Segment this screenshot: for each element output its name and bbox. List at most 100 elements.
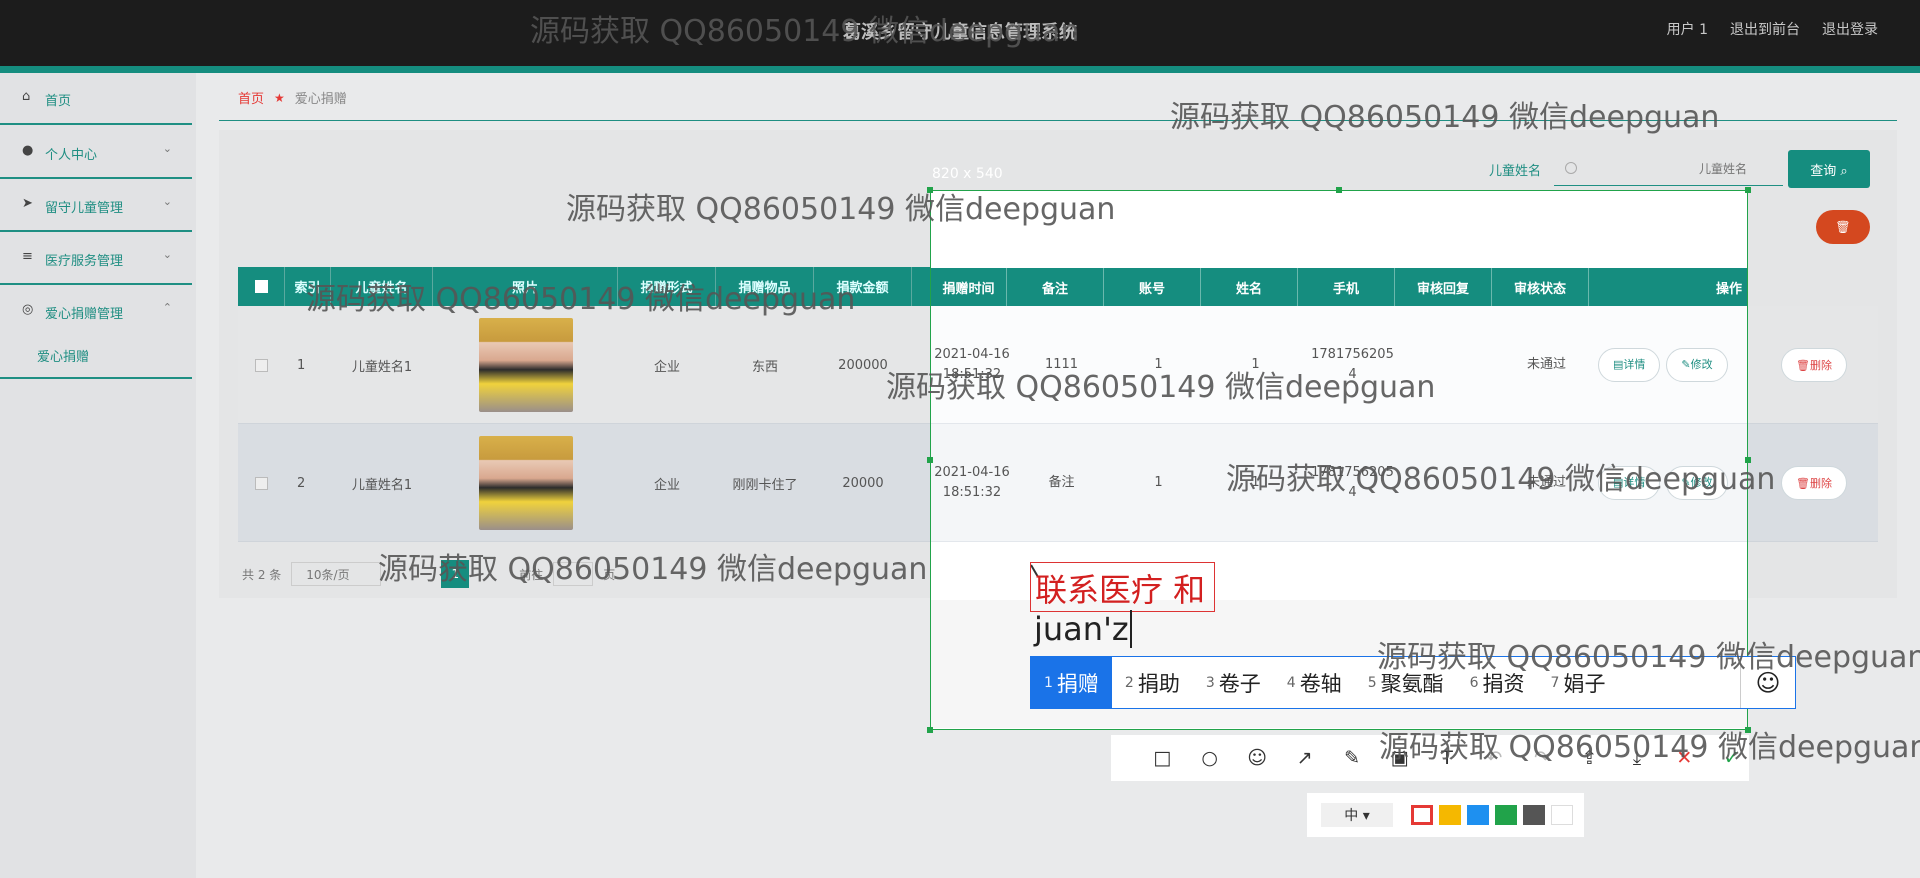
cell-note: 备注 <box>1048 475 1075 490</box>
breadcrumb-current: 爱心捐赠 <box>294 92 347 107</box>
cell-form: 企业 <box>653 359 680 375</box>
mosaic-tool-icon[interactable]: ☺ <box>1240 741 1274 776</box>
share-icon[interactable]: ⇪ <box>1572 741 1606 776</box>
resize-handle[interactable] <box>1336 187 1342 193</box>
search-label: 儿童姓名 <box>1489 164 1542 179</box>
emoji-icon[interactable]: ☺ <box>1740 657 1795 708</box>
user-link[interactable]: 用户 1 <box>1667 19 1708 39</box>
cell-note: 1111 <box>1044 357 1079 372</box>
column-header: 捐赠物品 <box>716 267 814 306</box>
cell-amount: 20000 <box>842 475 884 491</box>
cell-time: 2021-04-16 18:51:32 <box>931 306 1013 424</box>
close-icon[interactable]: ✕ <box>1667 741 1701 776</box>
delete-button[interactable]: 🗑 删除 <box>1781 348 1847 382</box>
cell-child-name: 儿童姓名1 <box>351 359 413 375</box>
resize-handle[interactable] <box>1745 727 1751 733</box>
sidebar-item-donation[interactable]: ◎ 爱心捐赠管理 ⌃ <box>0 286 192 338</box>
page-size-select[interactable]: 10条/页 <box>291 562 382 586</box>
delete-icon[interactable]: 🗑 <box>1816 210 1870 244</box>
child-photo <box>478 318 573 412</box>
color-swatch-yellow[interactable] <box>1439 805 1461 825</box>
pen-tool-icon[interactable]: ✎ <box>1335 741 1369 776</box>
search-input[interactable] <box>1554 152 1783 186</box>
color-swatch-red[interactable] <box>1411 805 1433 825</box>
download-icon[interactable]: ⤓ <box>1620 741 1654 776</box>
child-photo <box>478 436 573 530</box>
ime-typed-input[interactable]: juan'z <box>1034 610 1132 648</box>
resize-handle[interactable] <box>1745 187 1751 193</box>
cell-name: 1 <box>1251 357 1260 372</box>
sidebar-item-label: 医疗服务管理 <box>45 254 124 269</box>
send-icon: ➤ <box>22 196 33 211</box>
column-header: 手机 <box>1298 268 1395 306</box>
ime-candidate[interactable]: 5 聚氨酯 <box>1355 657 1457 708</box>
redo-icon[interactable]: ↷ <box>1525 741 1559 776</box>
column-header: 账号 <box>1104 268 1201 306</box>
sidebar-item-label: 首页 <box>45 94 72 109</box>
column-header: 操作 <box>1589 268 1747 306</box>
ellipse-tool-icon[interactable]: ○ <box>1192 741 1226 776</box>
ime-candidate[interactable]: 3 卷子 <box>1193 657 1274 708</box>
sidebar-subitem-donation[interactable]: 爱心捐赠 <box>37 346 89 365</box>
sidebar-item-children[interactable]: ➤ 留守儿童管理 ⌄ <box>0 180 192 232</box>
resize-handle[interactable] <box>927 187 933 193</box>
cell-photo <box>433 306 618 424</box>
undo-icon[interactable]: ↶ <box>1477 741 1511 776</box>
ime-candidate[interactable]: 2 捐助 <box>1112 657 1193 708</box>
chevron-down-icon: ⌄ <box>162 195 172 208</box>
edit-button[interactable]: ✎ 修改 <box>1666 466 1728 500</box>
column-header: 捐赠时间 <box>931 268 1007 306</box>
cell-account: 1 <box>1154 475 1163 490</box>
sidebar-item-home[interactable]: ⌂ 首页 <box>0 73 192 125</box>
resize-handle[interactable] <box>927 727 933 733</box>
color-swatch-gray[interactable] <box>1523 805 1545 825</box>
detail-label: 详情 <box>1623 358 1646 371</box>
text-tool-icon[interactable]: T <box>1430 741 1464 776</box>
back-to-front-link[interactable]: 退出到前台 <box>1730 19 1800 39</box>
detail-label: 详情 <box>1623 476 1646 489</box>
ime-candidate[interactable]: 6 捐资 <box>1457 657 1538 708</box>
delete-button[interactable]: 🗑 删除 <box>1781 466 1847 500</box>
edit-button[interactable]: ✎ 修改 <box>1666 348 1728 382</box>
list-icon: ≡ <box>22 249 33 264</box>
color-swatch-blue[interactable] <box>1467 805 1489 825</box>
confirm-icon[interactable]: ✓ <box>1715 741 1749 776</box>
breadcrumb-home[interactable]: 首页 <box>238 88 264 107</box>
goto-label: 前往 <box>519 567 544 582</box>
current-page[interactable]: 1 <box>441 560 470 588</box>
size-select[interactable]: 中 ▾ <box>1321 803 1393 827</box>
column-header: 姓名 <box>1201 268 1298 306</box>
table-row: 2021-04-16 18:51:32 备注 1 1 1781756205 4 未通… <box>931 424 1747 542</box>
detail-button[interactable]: ▤ 详情 <box>1598 348 1661 382</box>
home-icon: ⌂ <box>22 89 31 104</box>
cell-reply <box>1401 306 1498 424</box>
resize-handle[interactable] <box>1745 457 1751 463</box>
logout-link[interactable]: 退出登录 <box>1822 19 1878 39</box>
row-checkbox[interactable] <box>238 424 285 542</box>
cell-index: 2 <box>297 475 306 491</box>
header-checkbox[interactable] <box>238 267 285 306</box>
sidebar-item-medical[interactable]: ≡ 医疗服务管理 ⌄ <box>0 233 192 285</box>
table-row: 2021-04-16 18:51:32 1111 1 1 1781756205 4 … <box>931 306 1747 424</box>
ime-candidate[interactable]: 7 娟子 <box>1538 657 1619 708</box>
detail-button[interactable]: ▤ 详情 <box>1598 466 1661 500</box>
ime-candidate[interactable]: 4 卷轴 <box>1274 657 1355 708</box>
ime-candidate[interactable]: 1 捐赠 <box>1031 657 1112 708</box>
color-swatch-white[interactable] <box>1551 805 1573 825</box>
breadcrumb-separator-icon: ★ <box>274 90 285 105</box>
arrow-tool-icon[interactable]: ↗ <box>1287 741 1321 776</box>
column-header: 照片 <box>433 267 618 306</box>
rectangle-tool-icon[interactable]: □ <box>1145 741 1179 776</box>
row-checkbox[interactable] <box>238 306 285 424</box>
sidebar-item-profile[interactable]: ● 个人中心 ⌄ <box>0 127 192 179</box>
color-swatch-green[interactable] <box>1495 805 1517 825</box>
capture-size-label: 820 x 540 <box>932 166 1003 182</box>
highlighter-tool-icon[interactable]: ▣ <box>1382 741 1416 776</box>
system-title: 葛溪乡留守儿童信息管理系统 <box>843 22 1077 43</box>
pagination-total: 共 2 条 <box>242 567 282 582</box>
divider <box>219 120 1897 121</box>
goto-input[interactable] <box>553 562 594 586</box>
resize-handle[interactable] <box>927 457 933 463</box>
ime-typed-text: juan'z <box>1034 610 1129 648</box>
query-button[interactable]: 查询 ⌕ <box>1788 150 1870 188</box>
